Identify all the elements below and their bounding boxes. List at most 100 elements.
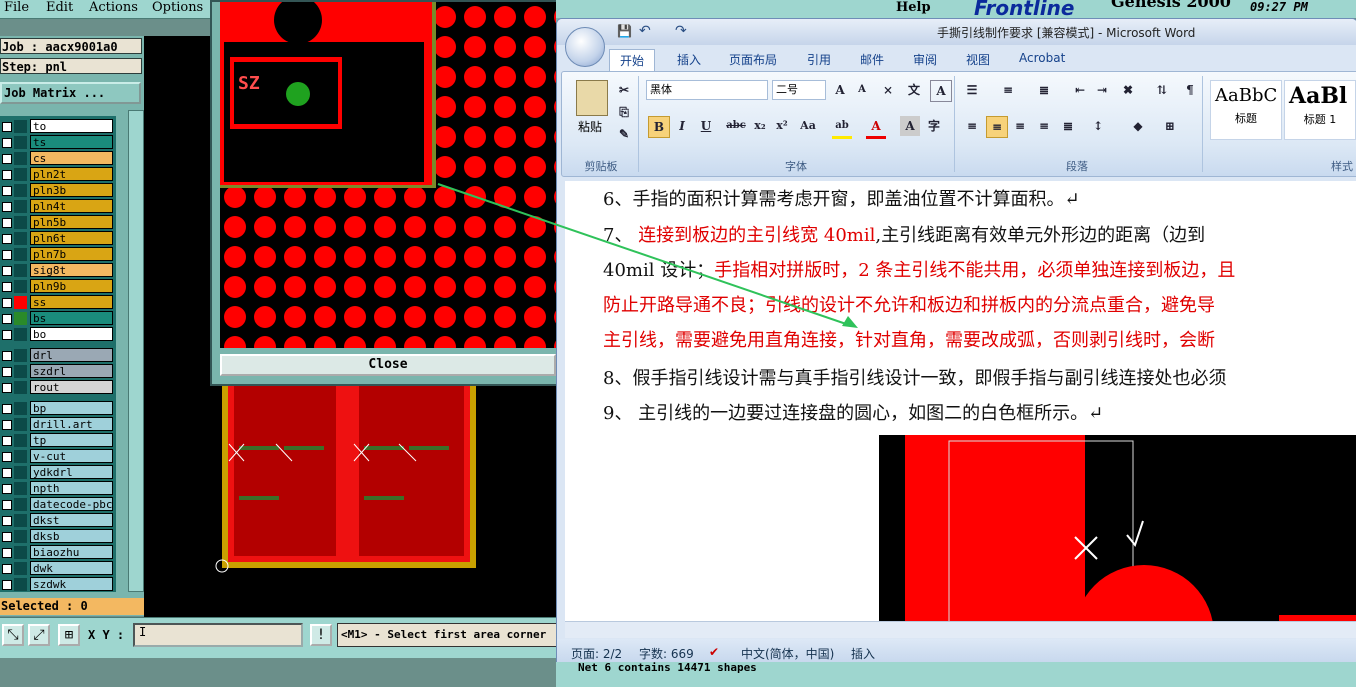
format-painter-icon[interactable]: ✎ — [614, 124, 634, 144]
layer-checkbox[interactable] — [2, 298, 12, 308]
align-left-icon[interactable]: ≡ — [962, 116, 982, 136]
layer-name[interactable]: pln5b — [30, 215, 113, 229]
layer-row[interactable]: bs — [0, 311, 116, 326]
layer-checkbox[interactable] — [2, 314, 12, 324]
asian-layout-icon[interactable]: ✖ — [1118, 80, 1138, 100]
layer-color-swatch[interactable] — [14, 546, 27, 559]
layer-name[interactable]: biaozhu — [30, 545, 113, 559]
layer-row[interactable]: pln4t — [0, 199, 116, 214]
layer-name[interactable]: npth — [30, 481, 113, 495]
layer-row[interactable]: rout — [0, 380, 116, 395]
layer-row[interactable]: szdwk — [0, 577, 116, 592]
layer-row[interactable]: ss — [0, 295, 116, 310]
document-page[interactable]: 6、手指的面积计算需考虑开窗，即盖油位置不计算面积。↵ 7、 连接到板边的主引线宽… — [565, 181, 1356, 625]
menu-edit[interactable]: Edit — [46, 0, 73, 15]
layer-checkbox[interactable] — [2, 468, 12, 478]
layer-row[interactable]: pln7b — [0, 247, 116, 262]
layer-name[interactable]: dksb — [30, 529, 113, 543]
layer-row[interactable]: drill.art — [0, 417, 116, 432]
close-button[interactable]: Close — [220, 354, 556, 376]
layer-row[interactable]: ts — [0, 135, 116, 150]
measure-tool-button[interactable]: ⤢ — [28, 624, 50, 646]
layer-row[interactable]: to — [0, 119, 116, 134]
info-button[interactable]: ! — [310, 624, 332, 646]
layer-row[interactable]: cs — [0, 151, 116, 166]
clear-format-icon[interactable]: ⨯ — [878, 80, 898, 100]
decrease-indent-icon[interactable]: ⇤ — [1070, 80, 1090, 100]
tab-references[interactable]: 引用 — [807, 51, 831, 68]
layer-name[interactable]: pln4t — [30, 199, 113, 213]
increase-indent-icon[interactable]: ⇥ — [1092, 80, 1112, 100]
layer-checkbox[interactable] — [2, 564, 12, 574]
layer-row[interactable]: bp — [0, 401, 116, 416]
bullets-icon[interactable]: ☰ — [962, 80, 982, 100]
zoom-tool-button[interactable]: ⤡ — [2, 624, 24, 646]
multilevel-list-icon[interactable]: ≣ — [1034, 80, 1054, 100]
highlight-icon[interactable]: ab — [832, 116, 852, 139]
layer-row[interactable]: dwk — [0, 561, 116, 576]
language[interactable]: 中文(简体，中国) — [741, 645, 834, 662]
zoom-view[interactable]: SZ — [220, 2, 556, 348]
align-center-icon[interactable]: ≡ — [986, 116, 1008, 138]
font-name-select[interactable]: 黑体 — [646, 80, 768, 100]
layer-row[interactable]: bo — [0, 327, 116, 342]
sort-icon[interactable]: ⇅ — [1152, 80, 1172, 100]
layer-name[interactable]: dkst — [30, 513, 113, 527]
layer-name[interactable]: szdrl — [30, 364, 113, 378]
tab-view[interactable]: 视图 — [966, 51, 990, 68]
layer-name[interactable]: v-cut — [30, 449, 113, 463]
layer-row[interactable]: tp — [0, 433, 116, 448]
layer-checkbox[interactable] — [2, 266, 12, 276]
layer-row[interactable]: pln9b — [0, 279, 116, 294]
layer-checkbox[interactable] — [2, 186, 12, 196]
grid-tool-button[interactable]: ⊞ — [58, 624, 80, 646]
help-menu[interactable]: Help — [896, 0, 931, 15]
layer-row[interactable]: pln6t — [0, 231, 116, 246]
layer-checkbox[interactable] — [2, 202, 12, 212]
layer-name[interactable]: dwk — [30, 561, 113, 575]
tab-acrobat[interactable]: Acrobat — [1019, 51, 1065, 65]
layer-name[interactable]: drl — [30, 348, 113, 362]
layer-color-swatch[interactable] — [14, 200, 27, 213]
menu-file[interactable]: File — [4, 0, 29, 15]
layer-color-swatch[interactable] — [14, 530, 27, 543]
layer-color-swatch[interactable] — [14, 514, 27, 527]
layer-color-swatch[interactable] — [14, 264, 27, 277]
layer-checkbox[interactable] — [2, 500, 12, 510]
layer-color-swatch[interactable] — [14, 120, 27, 133]
italic-icon[interactable]: I — [672, 116, 692, 136]
layer-color-swatch[interactable] — [14, 418, 27, 431]
layer-checkbox[interactable] — [2, 452, 12, 462]
layer-name[interactable]: bo — [30, 327, 113, 341]
layer-name[interactable]: pln3b — [30, 183, 113, 197]
underline-icon[interactable]: U — [696, 116, 716, 136]
layer-checkbox[interactable] — [2, 404, 12, 414]
layer-name[interactable]: pln9b — [30, 279, 113, 293]
layer-checkbox[interactable] — [2, 218, 12, 228]
horizontal-scrollbar[interactable] — [565, 621, 1356, 638]
char-shading-icon[interactable]: A — [900, 116, 920, 136]
subscript-icon[interactable]: x₂ — [750, 116, 770, 136]
layer-row[interactable]: datecode-pbc — [0, 497, 116, 512]
font-size-select[interactable]: 二号 — [772, 80, 826, 100]
layer-row[interactable]: pln3b — [0, 183, 116, 198]
save-icon[interactable]: 💾 — [617, 24, 632, 38]
tab-review[interactable]: 审阅 — [913, 51, 937, 68]
line-spacing-icon[interactable]: ↕ — [1088, 116, 1108, 136]
layer-checkbox[interactable] — [2, 282, 12, 292]
copy-icon[interactable]: ⎘ — [614, 102, 634, 122]
layer-color-swatch[interactable] — [14, 168, 27, 181]
layer-color-swatch[interactable] — [14, 466, 27, 479]
layer-checkbox[interactable] — [2, 436, 12, 446]
tab-layout[interactable]: 页面布局 — [729, 51, 777, 68]
layer-checkbox[interactable] — [2, 330, 12, 340]
layer-color-swatch[interactable] — [14, 232, 27, 245]
page-count[interactable]: 页面: 2/2 — [571, 645, 622, 662]
layer-name[interactable]: szdwk — [30, 577, 113, 591]
bold-icon[interactable]: B — [648, 116, 670, 138]
layer-color-swatch[interactable] — [14, 216, 27, 229]
layer-checkbox[interactable] — [2, 532, 12, 542]
numbering-icon[interactable]: ≡ — [998, 80, 1018, 100]
layer-row[interactable]: drl — [0, 348, 116, 363]
layer-name[interactable]: sig8t — [30, 263, 113, 277]
